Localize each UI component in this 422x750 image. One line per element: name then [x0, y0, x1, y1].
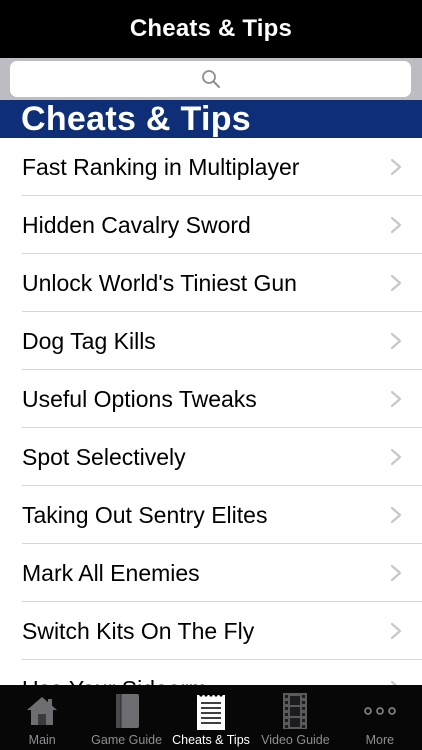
- film-icon: [283, 693, 308, 729]
- tab-main[interactable]: Main: [0, 685, 84, 750]
- list-item[interactable]: Use Your Sidearm: [0, 660, 422, 685]
- list-item-label: Fast Ranking in Multiplayer: [22, 153, 300, 180]
- chevron-right-icon: [390, 564, 402, 582]
- tab-label: Cheats & Tips: [172, 733, 250, 747]
- search-icon: [201, 70, 220, 88]
- page-title: Cheats & Tips: [129, 15, 293, 42]
- more-icon: [364, 707, 396, 715]
- list-item[interactable]: Mark All Enemies: [0, 544, 422, 602]
- chevron-right-icon: [390, 390, 402, 408]
- navigation-bar: Cheats & Tips: [0, 0, 422, 58]
- chevron-right-icon: [390, 274, 402, 292]
- search-input[interactable]: [10, 61, 411, 97]
- list-item[interactable]: Taking Out Sentry Elites: [0, 486, 422, 544]
- tab-label: Video Guide: [261, 733, 330, 747]
- list-item[interactable]: Unlock World's Tiniest Gun: [0, 254, 422, 312]
- tab-label: Main: [28, 733, 56, 747]
- list-item-label: Taking Out Sentry Elites: [22, 501, 268, 528]
- house-icon: [27, 697, 58, 725]
- tab-more[interactable]: More: [338, 685, 422, 750]
- search-area: [0, 58, 422, 100]
- chevron-right-icon: [390, 158, 402, 176]
- section-header: Cheats & Tips: [0, 100, 422, 138]
- tab-bar: Main Game Guide Cheats & Tips Video Guid…: [0, 685, 422, 750]
- list-item-label: Spot Selectively: [22, 443, 186, 470]
- tab-game-guide[interactable]: Game Guide: [84, 685, 168, 750]
- list-item[interactable]: Hidden Cavalry Sword: [0, 196, 422, 254]
- list-item[interactable]: Dog Tag Kills: [0, 312, 422, 370]
- notepad-icon: [197, 693, 226, 730]
- list-item[interactable]: Spot Selectively: [0, 428, 422, 486]
- list-item-label: Dog Tag Kills: [22, 327, 156, 354]
- chevron-right-icon: [390, 216, 402, 234]
- tab-label: Game Guide: [91, 733, 163, 747]
- list-item-label: Use Your Sidearm: [22, 676, 382, 686]
- list-item-label: Switch Kits On The Fly: [22, 617, 255, 644]
- list-item[interactable]: Fast Ranking in Multiplayer: [0, 138, 422, 196]
- list-item-label: Hidden Cavalry Sword: [22, 211, 251, 238]
- list-item-label: Mark All Enemies: [22, 559, 200, 586]
- chevron-right-icon: [390, 448, 402, 466]
- list-item-label: Unlock World's Tiniest Gun: [22, 269, 297, 296]
- book-icon: [115, 694, 139, 728]
- tips-list: Fast Ranking in Multiplayer Hidden Caval…: [0, 138, 422, 685]
- list-item[interactable]: Useful Options Tweaks: [0, 370, 422, 428]
- list-item-label: Useful Options Tweaks: [22, 385, 257, 412]
- tab-video-guide[interactable]: Video Guide: [253, 685, 337, 750]
- chevron-right-icon: [390, 622, 402, 640]
- chevron-right-icon: [390, 332, 402, 350]
- tab-cheats-tips[interactable]: Cheats & Tips: [169, 685, 253, 750]
- list-item[interactable]: Switch Kits On The Fly: [0, 602, 422, 660]
- tab-label: More: [365, 733, 395, 747]
- chevron-right-icon: [390, 506, 402, 524]
